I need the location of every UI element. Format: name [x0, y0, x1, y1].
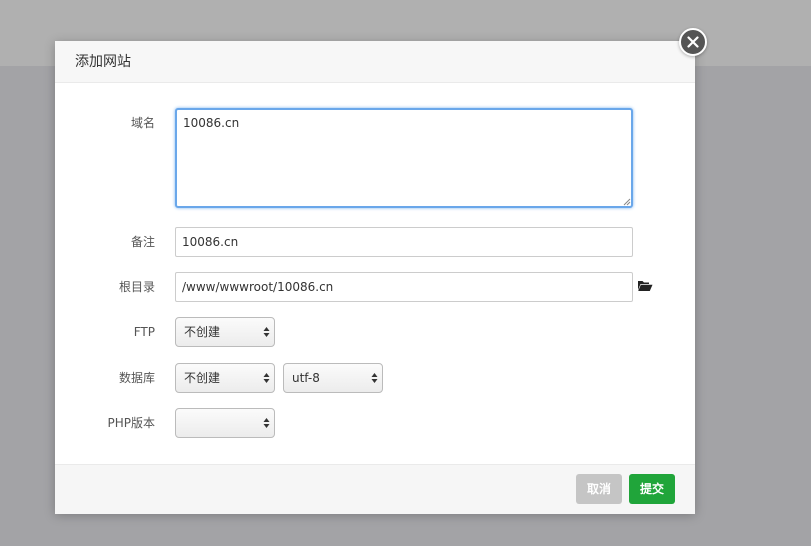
remark-label: 备注 [130, 235, 155, 249]
ftp-label: FTP [133, 325, 155, 339]
close-button[interactable] [679, 28, 707, 56]
root-dir-input[interactable] [175, 272, 633, 302]
cancel-button[interactable]: 取消 [576, 474, 622, 504]
remark-input[interactable] [175, 227, 633, 257]
charset-select-value: utf-8 [292, 371, 320, 385]
submit-button[interactable]: 提交 [629, 474, 675, 504]
select-arrows-icon [263, 327, 270, 337]
select-arrows-icon [263, 373, 270, 383]
select-arrows-icon [371, 373, 378, 383]
add-website-dialog: 添加网站 域名 10086.cn 备注 根目录 FTP 不创建 数据库 不创建 … [55, 28, 707, 514]
select-arrows-icon [263, 418, 270, 428]
php-version-label: PHP版本 [107, 416, 156, 430]
dialog-header: 添加网站 [55, 41, 695, 83]
charset-select[interactable]: utf-8 [283, 363, 383, 393]
root-dir-label: 根目录 [118, 280, 155, 294]
ftp-select-value: 不创建 [184, 325, 221, 339]
php-version-select[interactable] [175, 408, 275, 438]
resize-grip-icon[interactable] [623, 198, 631, 206]
database-select[interactable]: 不创建 [175, 363, 275, 393]
domain-label: 域名 [130, 116, 155, 130]
ftp-select[interactable]: 不创建 [175, 317, 275, 347]
domain-textarea[interactable]: 10086.cn [175, 108, 633, 208]
dialog-title: 添加网站 [75, 54, 131, 70]
database-select-value: 不创建 [184, 371, 221, 385]
folder-open-icon[interactable] [637, 280, 653, 292]
dialog-footer: 取消 提交 [55, 464, 695, 514]
database-label: 数据库 [118, 371, 155, 385]
close-icon [687, 36, 699, 48]
